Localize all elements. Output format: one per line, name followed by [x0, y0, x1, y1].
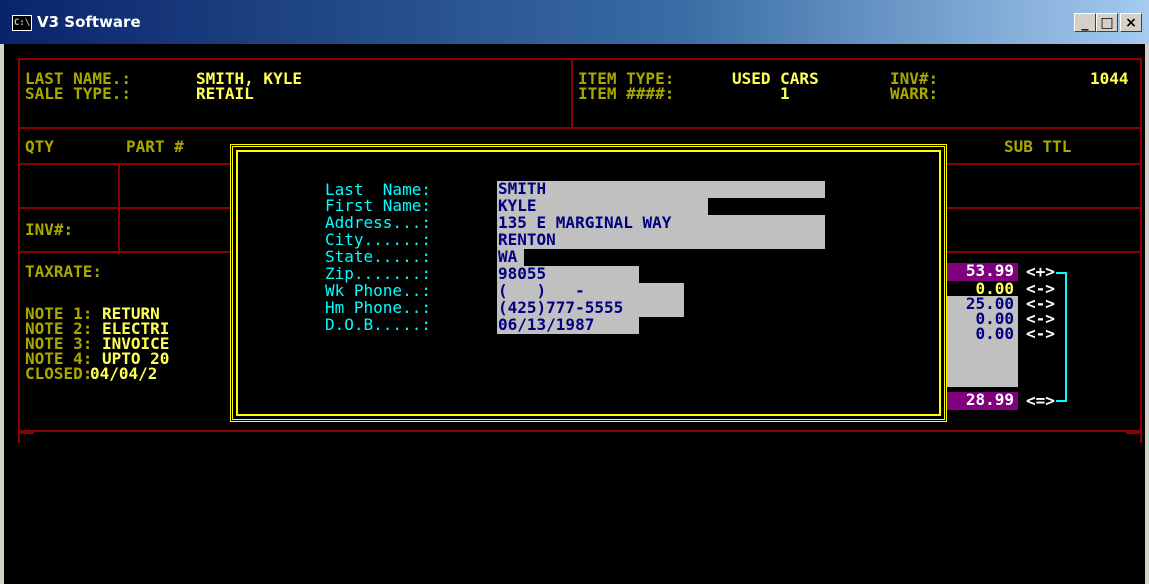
zip-field-label: Zip.......:: [325, 264, 431, 283]
dob-field[interactable]: 06/13/1987: [497, 317, 639, 334]
item-number-label: ITEM ####:: [578, 84, 675, 103]
item-number-value: 1: [780, 84, 790, 103]
app-window: C:\ V3 Software _ □ × LAST NAME.: SMITH,…: [0, 0, 1149, 584]
subtotal-header: SUB TTL: [1004, 137, 1072, 156]
warr-label: WARR:: [890, 84, 939, 103]
address-field-label: Address...:: [325, 213, 431, 232]
minimize-button[interactable]: _: [1074, 13, 1096, 32]
grid-inv-label: INV#:: [25, 220, 74, 239]
part-number-header: PART #: [126, 137, 184, 156]
customer-info-dialog: Last Name: SMITH First Name: KYLE Addres…: [230, 144, 947, 422]
taxrate-label: TAXRATE:: [25, 262, 103, 281]
qty-header: QTY: [25, 137, 54, 156]
city-field[interactable]: RENTON: [497, 232, 825, 249]
window-title: V3 Software: [37, 13, 141, 31]
dob-field-label: D.O.B.....:: [325, 315, 431, 334]
state-field-label: State.....:: [325, 247, 431, 266]
close-button[interactable]: ×: [1120, 13, 1142, 32]
total-op-6: <=>: [1026, 391, 1055, 410]
first-name-field-label: First Name:: [325, 196, 431, 215]
home-phone-field-label: Hm Phone..:: [325, 298, 431, 317]
inv-value: 1044: [1090, 69, 1129, 88]
city-field-label: City......:: [325, 230, 431, 249]
closed-value: 04/04/2: [90, 364, 158, 383]
total-op-5: <->: [1026, 324, 1055, 343]
total-line-5: 0.00: [946, 326, 1018, 342]
console-icon[interactable]: C:\: [12, 15, 32, 31]
grand-total: 28.99: [946, 392, 1018, 410]
last-name-field[interactable]: SMITH: [497, 181, 825, 198]
total-op-1: <+>: [1026, 262, 1055, 281]
sale-type-value: RETAIL: [196, 84, 254, 103]
console-screen[interactable]: LAST NAME.: SMITH, KYLE SALE TYPE.: RETA…: [4, 44, 1145, 584]
item-type-value: USED CARS: [732, 69, 819, 88]
sale-type-label: SALE TYPE.:: [25, 84, 131, 103]
title-bar[interactable]: C:\ V3 Software _ □ ×: [0, 0, 1149, 44]
work-phone-field-label: Wk Phone..:: [325, 281, 431, 300]
maximize-button[interactable]: □: [1096, 13, 1118, 32]
closed-label: CLOSED:: [25, 364, 93, 383]
